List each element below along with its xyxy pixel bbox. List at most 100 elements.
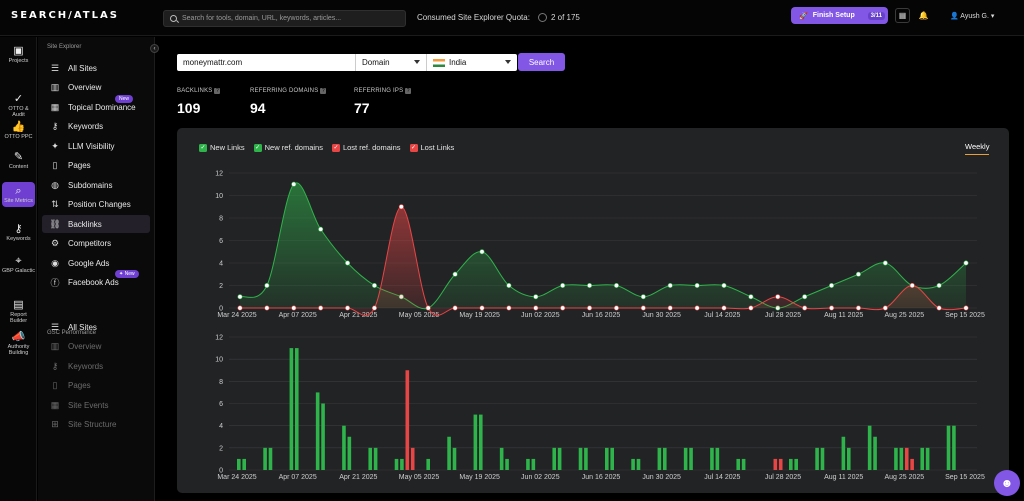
data-point[interactable]	[587, 305, 593, 311]
data-point[interactable]	[264, 283, 270, 289]
data-point[interactable]	[452, 305, 458, 311]
rail-item-otto-ppc[interactable]: 👍 OTTO PPC	[2, 121, 35, 140]
bar[interactable]	[426, 458, 430, 470]
sidebar-item-overview[interactable]: ▥ Overview	[42, 338, 150, 356]
sidebar-item-google-ads[interactable]: ◉ Google Ads	[42, 254, 150, 272]
country-select[interactable]: India	[426, 54, 517, 71]
sidebar-item-topical-dominance[interactable]: ▦ Topical Dominance	[42, 98, 150, 116]
bar[interactable]	[920, 447, 925, 470]
bar[interactable]	[342, 425, 346, 470]
data-point[interactable]	[479, 305, 485, 311]
data-point[interactable]	[721, 305, 727, 311]
bar[interactable]	[662, 447, 667, 470]
bar[interactable]	[867, 425, 872, 470]
sidebar-item-pages[interactable]: ▯ Pages	[42, 377, 150, 395]
data-point[interactable]	[613, 305, 619, 311]
data-point[interactable]	[802, 294, 808, 300]
data-point[interactable]	[479, 249, 485, 255]
data-point[interactable]	[640, 294, 646, 300]
data-point[interactable]	[291, 305, 297, 311]
bar[interactable]	[794, 458, 798, 470]
rail-item-report-builder[interactable]: ▤ Report Builder	[2, 299, 35, 324]
bar[interactable]	[294, 348, 299, 470]
bar[interactable]	[683, 447, 688, 470]
global-search-input[interactable]: Search for tools, domain, URL, keywords,…	[163, 10, 406, 27]
data-point[interactable]	[560, 283, 566, 289]
bar[interactable]	[531, 458, 536, 470]
bar[interactable]	[899, 447, 904, 470]
data-point[interactable]	[694, 283, 700, 289]
data-point[interactable]	[425, 305, 431, 311]
bar[interactable]	[526, 458, 530, 470]
bar[interactable]	[789, 458, 793, 470]
data-point[interactable]	[882, 305, 888, 311]
bar[interactable]	[584, 447, 588, 470]
sidebar-item-llm-visibility[interactable]: ✦ LLM Visibility	[42, 137, 150, 155]
bar[interactable]	[715, 447, 720, 470]
sidebar-item-overview[interactable]: ▥ Overview	[42, 79, 150, 97]
bar[interactable]	[394, 458, 399, 470]
data-point[interactable]	[452, 271, 458, 277]
period-tab-weekly[interactable]: Weekly	[965, 142, 990, 155]
apps-grid-icon[interactable]: ▦	[895, 8, 910, 23]
data-point[interactable]	[855, 271, 861, 277]
bar[interactable]	[447, 436, 451, 470]
bar[interactable]	[315, 392, 320, 470]
rail-item-content[interactable]: ✎ Content	[2, 151, 35, 170]
info-icon[interactable]: ?	[214, 88, 221, 94]
bar[interactable]	[505, 458, 509, 470]
data-point[interactable]	[345, 260, 351, 266]
bar[interactable]	[242, 458, 246, 470]
bar[interactable]	[820, 447, 825, 470]
data-point[interactable]	[560, 305, 566, 311]
search-button[interactable]: Search	[518, 53, 565, 71]
sidebar-item-facebook-ads[interactable]: ⓕ Facebook Ads	[42, 274, 150, 292]
sidebar-item-site-events[interactable]: ▦ Site Events	[42, 396, 150, 414]
data-point[interactable]	[640, 305, 646, 311]
rail-item-keywords[interactable]: ⚷ Keywords	[2, 223, 35, 242]
bar[interactable]	[263, 447, 267, 470]
data-point[interactable]	[909, 283, 915, 289]
sidebar-item-site-structure[interactable]: ⊞ Site Structure	[42, 416, 150, 434]
bar[interactable]	[552, 447, 557, 470]
data-point[interactable]	[318, 226, 324, 232]
data-point[interactable]	[829, 283, 835, 289]
bar[interactable]	[841, 436, 846, 470]
data-point[interactable]	[506, 283, 512, 289]
data-point[interactable]	[371, 283, 377, 289]
data-point[interactable]	[748, 294, 754, 300]
legend-item-lost-ref-domains[interactable]: ✓ Lost ref. domains	[331, 143, 401, 152]
bar[interactable]	[710, 447, 714, 470]
collapse-sidebar-button[interactable]: ‹	[150, 44, 159, 53]
user-menu[interactable]: 👤 Ayush G. ▾	[950, 12, 994, 20]
bar[interactable]	[268, 447, 273, 470]
data-point[interactable]	[371, 305, 377, 311]
sidebar-item-pages[interactable]: ▯ Pages	[42, 157, 150, 175]
bell-icon[interactable]: 🔔	[916, 8, 931, 23]
data-point[interactable]	[506, 305, 512, 311]
finish-setup-button[interactable]: 🚀 Finish Setup 3/11	[791, 7, 888, 24]
bar[interactable]	[952, 425, 956, 470]
bar[interactable]	[405, 370, 410, 470]
data-point[interactable]	[882, 260, 888, 266]
data-point[interactable]	[237, 305, 243, 311]
data-point[interactable]	[748, 305, 754, 311]
bar[interactable]	[410, 447, 415, 470]
rail-item-gbp-galactic[interactable]: ⌖ GBP Galactic	[2, 255, 35, 274]
bar[interactable]	[773, 458, 778, 470]
bar[interactable]	[636, 458, 641, 470]
bar[interactable]	[473, 414, 478, 470]
data-point[interactable]	[398, 204, 404, 210]
data-point[interactable]	[345, 305, 351, 311]
bar[interactable]	[499, 447, 504, 470]
data-point[interactable]	[264, 305, 270, 311]
rail-item-site-metrics[interactable]: ⌕ Site Metrics	[2, 182, 35, 207]
bar[interactable]	[846, 447, 851, 470]
data-point[interactable]	[829, 305, 835, 311]
sidebar-item-keywords[interactable]: ⚷ Keywords	[42, 357, 150, 375]
rail-item-projects[interactable]: ▣ Projects	[2, 45, 35, 64]
data-point[interactable]	[936, 305, 942, 311]
data-point[interactable]	[667, 305, 673, 311]
bar[interactable]	[946, 425, 951, 470]
data-point[interactable]	[533, 305, 539, 311]
